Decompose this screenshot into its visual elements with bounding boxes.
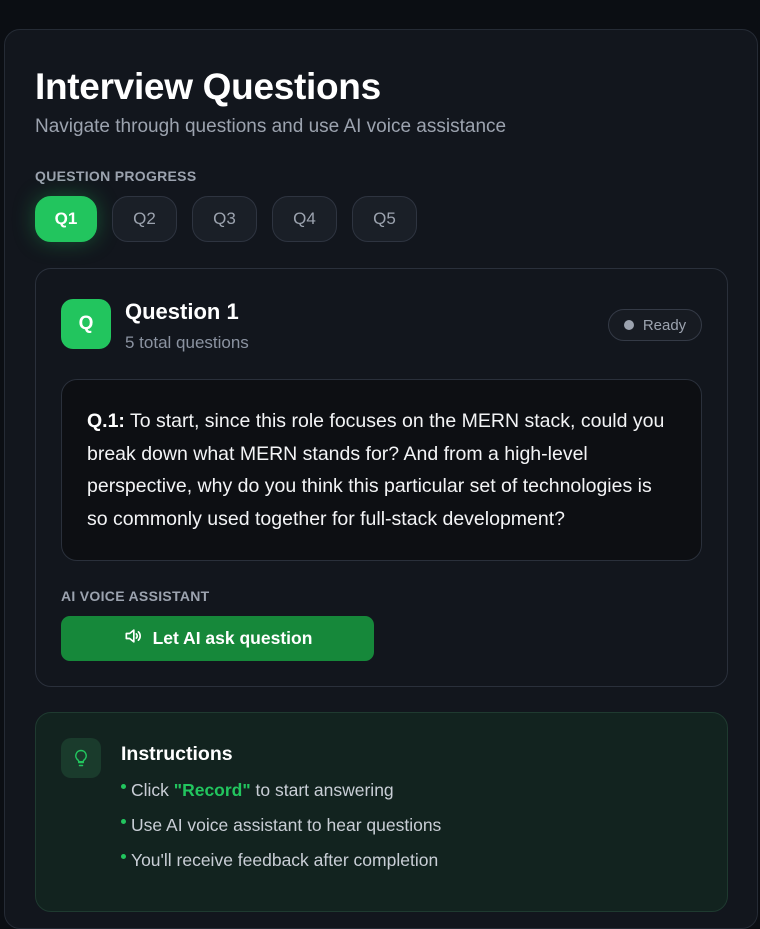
instruction-item: Click "Record" to start answering [121,780,441,815]
lightbulb-icon [61,738,101,778]
question-text-box: Q.1: To start, since this role focuses o… [61,379,702,561]
instructions-box: Instructions Click "Record" to start ans… [35,712,728,912]
tab-q3[interactable]: Q3 [192,196,257,242]
instructions-list: Click "Record" to start answering Use AI… [121,780,441,885]
status-badge: Ready [608,309,702,341]
question-text: To start, since this role focuses on the… [87,410,665,530]
page-subtitle: Navigate through questions and use AI vo… [35,116,507,137]
question-count: 5 total questions [125,333,249,352]
question-card: Q Question 1 5 total questions Ready Q.1… [35,268,728,687]
voice-assistant-label: AI VOICE ASSISTANT [61,588,210,604]
interview-panel: Interview Questions Navigate through que… [4,29,758,929]
status-dot-icon [623,320,634,330]
instructions-title: Instructions [121,743,233,765]
progress-label: QUESTION PROGRESS [35,168,197,184]
instruction-item: Use AI voice assistant to hear questions [121,815,441,850]
instruction-item: You'll receive feedback after completion [121,850,441,885]
tab-q4[interactable]: Q4 [272,196,337,242]
record-highlight: "Record" [173,780,251,800]
page-title: Interview Questions [35,66,381,107]
speaker-icon [123,626,143,651]
let-ai-ask-button[interactable]: Let AI ask question [61,616,374,661]
question-heading: Question 1 [125,299,239,324]
question-prefix: Q.1: [87,410,125,432]
status-text: Ready [642,316,687,334]
let-ai-ask-label: Let AI ask question [152,628,313,648]
tab-q2[interactable]: Q2 [112,196,177,242]
tab-q5[interactable]: Q5 [352,196,417,242]
question-progress-tabs: Q1 Q2 Q3 Q4 Q5 [35,196,417,242]
question-avatar: Q [61,299,111,349]
tab-q1[interactable]: Q1 [35,196,97,242]
